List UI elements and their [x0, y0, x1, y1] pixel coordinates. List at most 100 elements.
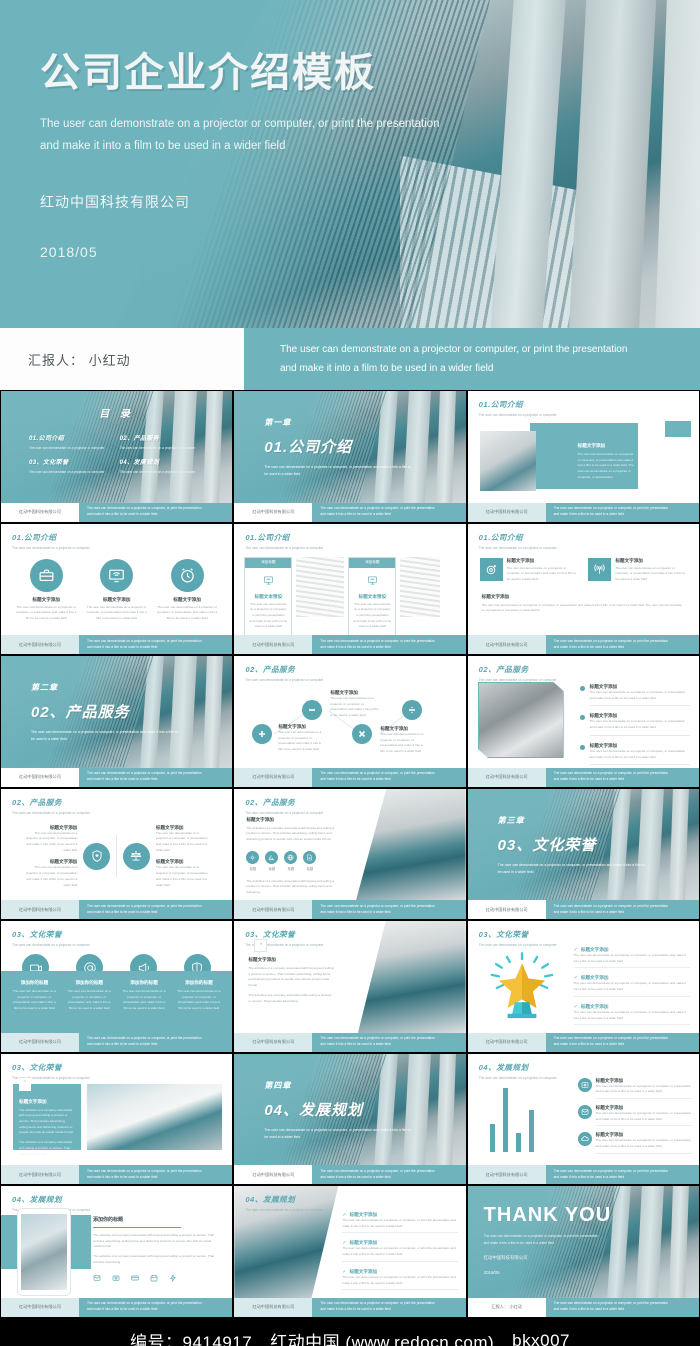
timeline-item[interactable]: 标题文字添加 The user can demonstrate on a pro…: [579, 743, 690, 766]
thumb-table-of-contents[interactable]: 目 录 01.公司介绍 The user can demonstrate on …: [0, 390, 234, 523]
square-feature-item[interactable]: 标题文字添加 The user can demonstrate on a pro…: [588, 557, 687, 583]
panel-text: 标题文字添加 The user can demonstrate on a pro…: [578, 443, 636, 481]
toc-item-desc: The user can demonstrate on a projector …: [29, 470, 105, 475]
chart-icon: [265, 850, 279, 864]
operator-label: 标题文字添加 The user can demonstrate on a pro…: [380, 726, 426, 755]
chapter-desc: The user can demonstrate on a projector …: [264, 465, 412, 477]
cover-bottom-bar: 汇报人： 小红动 The user can demonstrate on a p…: [0, 328, 700, 390]
plan-item[interactable]: ✓ 标题文字添加 The user can demonstrate on a p…: [342, 1212, 459, 1234]
thumb-service-two-circles[interactable]: 02、产品服务 The user can demonstrate on a pr…: [0, 787, 234, 920]
shield-heart-icon: [83, 842, 111, 870]
check-item[interactable]: ✓ 标题文字添加 The user can demonstrate on a p…: [573, 947, 690, 969]
check-item[interactable]: ✓ 标题文字添加 The user can demonstrate on a p…: [573, 1004, 690, 1026]
thumb-culture-quote[interactable]: 03、文化荣誉 The user can demonstrate on a pr…: [233, 920, 467, 1053]
footer-line-2: and make it into a film to be used in a …: [87, 1042, 158, 1046]
chip-item[interactable]: 标题: [284, 850, 298, 871]
thumb-intro-three-icons[interactable]: 01.公司介绍 The user can demonstrate on a pr…: [0, 522, 234, 655]
operator-label: 标题文字添加 The user can demonstrate on a pro…: [330, 690, 378, 719]
toc-item[interactable]: 01.公司介绍 The user can demonstrate on a pr…: [29, 433, 120, 451]
chip-item[interactable]: 标题: [303, 850, 317, 871]
slide-heading: 04、发展规划: [245, 1195, 296, 1204]
icon-feature-item[interactable]: 标题文字添加 The user can demonstrate on a pro…: [15, 558, 77, 622]
culture-item[interactable]: 添加你的标题 The user can demonstrate on a pro…: [121, 980, 167, 1033]
thumb-service-timeline[interactable]: 02、产品服务 The user can demonstrate on a pr…: [466, 655, 700, 788]
chip-item[interactable]: 标题: [246, 850, 260, 871]
thumb-chapter-3[interactable]: 第三章 03、文化荣誉 The user can demonstrate on …: [466, 787, 700, 920]
toc-item[interactable]: 03、文化荣誉 The user can demonstrate on a pr…: [29, 457, 120, 475]
chip-label: 标题: [249, 866, 257, 871]
feature-title: 标题文字添加: [173, 596, 201, 602]
thankyou-company: 红动中国科技有限公司: [483, 1255, 528, 1261]
plan-list: 标题文字添加 The user can demonstrate on a pro…: [577, 1077, 692, 1154]
item-title: 添加你的标题: [185, 980, 213, 985]
card-icon[interactable]: [131, 1274, 139, 1282]
thumb-chapter-4[interactable]: 第四章 04、发展规划 The user can demonstrate on …: [233, 1052, 467, 1185]
thumb-culture-icons[interactable]: 03、文化荣誉 The user can demonstrate on a pr…: [0, 920, 234, 1053]
thumb-intro-image-panel[interactable]: 01.公司介绍 The user can demonstrate on a pr…: [466, 390, 700, 523]
chip-label: 标题: [306, 866, 314, 871]
thumb-chapter-2[interactable]: 第二章 02、产品服务 The user can demonstrate on …: [0, 655, 234, 788]
culture-item[interactable]: 添加你的标题 The user can demonstrate on a pro…: [66, 980, 112, 1033]
feature-column-right: 标题文字添加 The user can demonstrate on a pro…: [156, 825, 211, 889]
info-card[interactable]: 添加标题 标题文本预设 The user can demonstrate on …: [244, 556, 293, 635]
cover-slide: 公司企业介绍模板 The user can demonstrate on a p…: [0, 0, 700, 390]
footer-site: 红动中国 (www.redocn.com): [270, 1333, 495, 1346]
toc-item-desc: The user can demonstrate on a projector …: [119, 470, 196, 475]
icon-feature-item[interactable]: 标题文字添加 The user can demonstrate on a pro…: [156, 558, 218, 622]
toc-item[interactable]: 02、产品服务 The user can demonstrate on a pr…: [120, 433, 211, 451]
quote-desc: The activities of a company associated w…: [248, 966, 334, 988]
thumb-service-chips[interactable]: 02、产品服务 The user can demonstrate on a pr…: [233, 787, 467, 920]
card-tab: 添加标题: [349, 557, 396, 568]
chapter-desc: The user can demonstrate on a projector …: [264, 1127, 412, 1139]
plan-item[interactable]: ✓ 标题文字添加 The user can demonstrate on a p…: [342, 1240, 459, 1262]
footer-company: 红动中国科技有限公司: [467, 767, 546, 787]
device-desc: The activities of a company associated w…: [93, 1233, 215, 1249]
footer-company: 红动中国科技有限公司: [234, 1297, 313, 1317]
chart-bar: [515, 1132, 521, 1152]
mail-icon[interactable]: [93, 1274, 101, 1282]
plan-item[interactable]: ✓ 标题文字添加 The user can demonstrate on a p…: [342, 1269, 459, 1291]
cover-content: 公司企业介绍模板 The user can demonstrate on a p…: [0, 0, 700, 260]
culture-item[interactable]: 添加你的标题 The user can demonstrate on a pro…: [11, 980, 57, 1033]
feature-title: 标题文字添加: [506, 557, 535, 563]
thumb-thank-you[interactable]: THANK YOU The user can demonstrate on a …: [466, 1185, 700, 1318]
slide-heading: 03、文化荣誉: [12, 930, 62, 939]
thumb-plan-device[interactable]: 04、发展规划 The user can demonstrate on a pr…: [0, 1185, 234, 1318]
plan-item[interactable]: 标题文字添加 The user can demonstrate on a pro…: [577, 1132, 692, 1154]
thumb-intro-cards[interactable]: 01.公司介绍 The user can demonstrate on a pr…: [233, 522, 467, 655]
thumb-intro-squares[interactable]: 01.公司介绍 The user can demonstrate on a pr…: [466, 522, 700, 655]
alarm-clock-icon: [170, 558, 204, 592]
thumb-service-operators[interactable]: 02、产品服务 The user can demonstrate on a pr…: [233, 655, 467, 788]
quote-desc-2: The activities of a company associated w…: [248, 992, 332, 1003]
camera-icon[interactable]: [112, 1274, 120, 1282]
info-card[interactable]: 添加标题 标题文本预设 The user can demonstrate on …: [348, 556, 397, 635]
timeline-dot: [579, 686, 585, 691]
timeline-item[interactable]: 标题文字添加 The user can demonstrate on a pro…: [579, 713, 690, 736]
thumb-culture-panel[interactable]: 03、文化荣誉 The user can demonstrate on a pr…: [0, 1052, 234, 1185]
check-item[interactable]: ✓ 标题文字添加 The user can demonstrate on a p…: [573, 975, 690, 997]
icon-feature-item[interactable]: 标题文字添加 The user can demonstrate on a pro…: [86, 558, 148, 622]
bolt-icon[interactable]: [169, 1274, 177, 1282]
footer-company: 红动中国科技有限公司: [467, 502, 546, 522]
footer-line-2: and make it into a film to be used in a …: [553, 644, 625, 649]
item-title: 添加你的标题: [75, 980, 104, 985]
chapter-title: 02、产品服务: [31, 704, 130, 721]
chip-item[interactable]: 标题: [265, 850, 279, 871]
slide-subheading: The user can demonstrate on a projector …: [478, 678, 557, 682]
culture-item[interactable]: 添加你的标题 The user can demonstrate on a pro…: [176, 980, 222, 1033]
footer-company: 红动中国科技有限公司: [234, 635, 313, 654]
thumb-plan-chart[interactable]: 04、发展规划 The user can demonstrate on a pr…: [466, 1052, 700, 1185]
plan-item[interactable]: 标题文字添加 The user can demonstrate on a pro…: [577, 1104, 692, 1127]
calendar-icon[interactable]: [150, 1274, 158, 1282]
plan-item[interactable]: 标题文字添加 The user can demonstrate on a pro…: [577, 1077, 692, 1099]
slide-subheading: The user can demonstrate on a projector …: [12, 1075, 91, 1080]
thumb-plan-list[interactable]: 04、发展规划 The user can demonstrate on a pr…: [233, 1185, 467, 1318]
thumb-chapter-1[interactable]: 第一章 01.公司介绍 The user can demonstrate on …: [233, 390, 467, 523]
footer-company: 红动中国科技有限公司: [1, 1032, 79, 1052]
toc-item-label: 04、发展规划: [119, 460, 160, 467]
thumb-culture-trophy[interactable]: 03、文化荣誉 The user can demonstrate on a pr…: [466, 920, 700, 1053]
item-desc: The user can demonstrate on a projector …: [595, 1138, 692, 1149]
square-feature-item[interactable]: 标题文字添加 The user can demonstrate on a pro…: [479, 557, 579, 583]
timeline-item[interactable]: 标题文字添加 The user can demonstrate on a pro…: [579, 684, 690, 707]
toc-item[interactable]: 04、发展规划 The user can demonstrate on a pr…: [120, 457, 211, 475]
